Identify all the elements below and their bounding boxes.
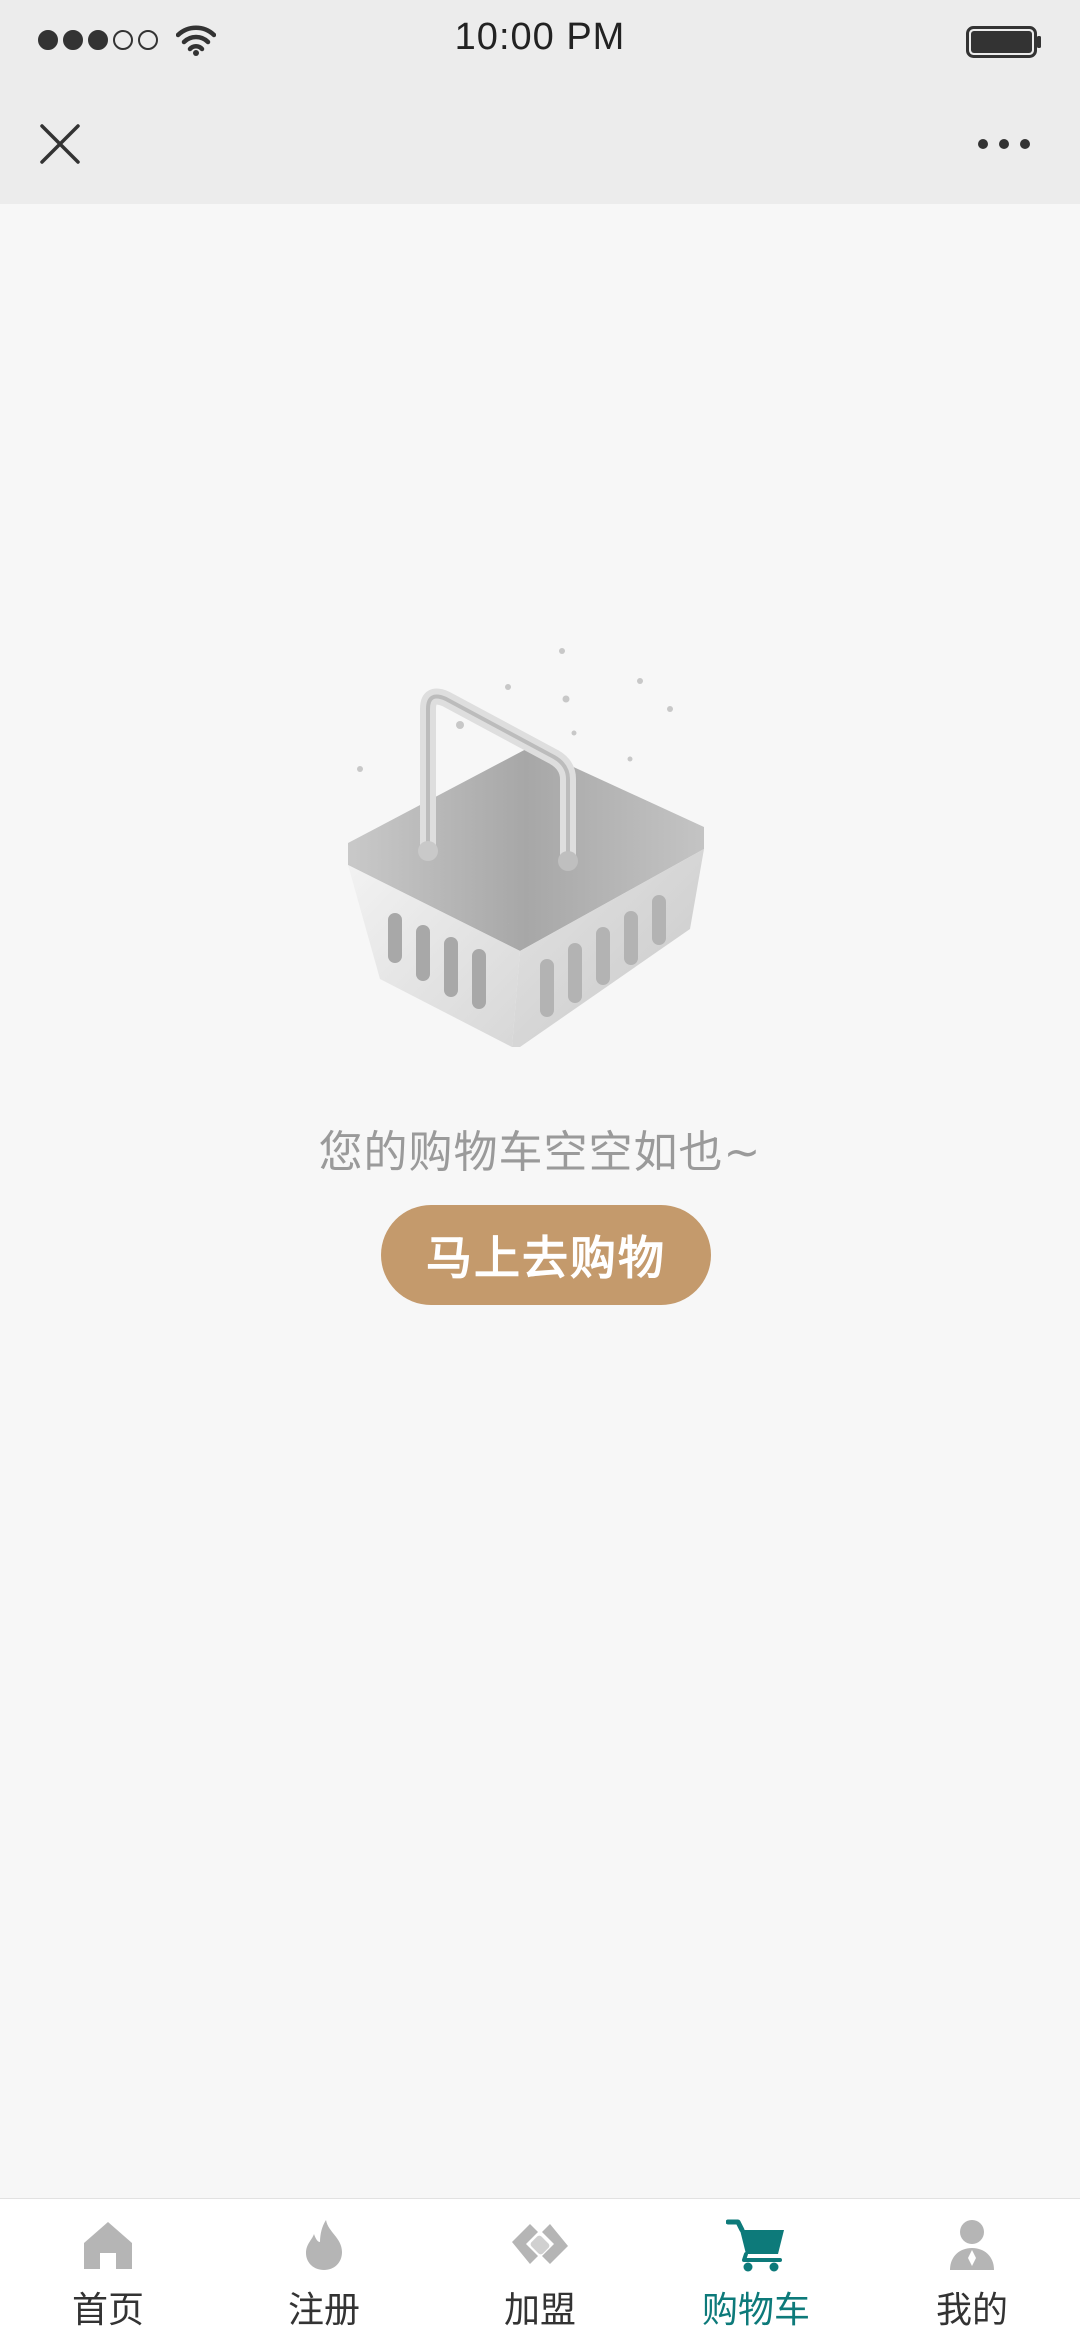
tab-cart[interactable]: 购物车 <box>648 2199 864 2346</box>
tab-home[interactable]: 首页 <box>0 2199 216 2346</box>
bottom-tab-bar: 首页 注册 加盟 购物车 我的 <box>0 2198 1080 2346</box>
home-icon <box>76 2213 140 2277</box>
more-button[interactable] <box>964 104 1044 184</box>
battery-icon <box>966 26 1042 62</box>
person-icon <box>940 2213 1004 2277</box>
flame-icon <box>292 2213 356 2277</box>
empty-cart-message: 您的购物车空空如也~ <box>318 1127 762 1178</box>
tab-register-label: 注册 <box>287 2290 360 2331</box>
tab-mine[interactable]: 我的 <box>864 2199 1080 2346</box>
status-bar: 10:00 PM <box>0 0 1080 84</box>
tab-franchise[interactable]: 加盟 <box>432 2199 648 2346</box>
close-icon <box>40 124 80 164</box>
app-screen: 10:00 PM 您的购物车空空如也~ 马上去购物 首页 注册 加盟 购物车 我… <box>0 0 1080 2346</box>
tab-cart-label: 购物车 <box>701 2290 810 2331</box>
handshake-icon <box>508 2213 572 2277</box>
more-dots-icon <box>978 139 1030 149</box>
tab-franchise-label: 加盟 <box>503 2290 576 2331</box>
cart-content: 您的购物车空空如也~ 马上去购物 <box>0 204 1080 2198</box>
tab-mine-label: 我的 <box>935 2290 1008 2331</box>
tab-register[interactable]: 注册 <box>216 2199 432 2346</box>
cart-icon <box>724 2213 788 2277</box>
empty-basket-illustration <box>348 648 704 1047</box>
go-shopping-button[interactable]: 马上去购物 <box>381 1205 711 1305</box>
tab-home-label: 首页 <box>71 2290 144 2331</box>
close-button[interactable] <box>20 104 100 184</box>
status-time: 10:00 PM <box>454 16 626 58</box>
nav-bar <box>0 84 1080 204</box>
